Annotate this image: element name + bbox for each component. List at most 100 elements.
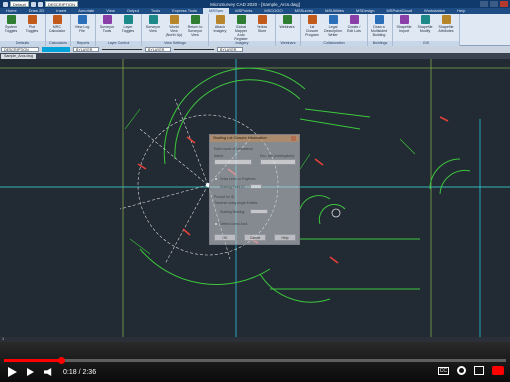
ribbon-button-label: System Toggles <box>4 25 18 33</box>
ribbon-button-label: Shapefile Import <box>396 25 412 33</box>
linetype-dropdown[interactable]: BYLAYER <box>145 47 171 52</box>
plot-toggles-button[interactable]: Plot Toggles <box>23 15 41 33</box>
create-edit-lots-button[interactable]: Create / Edit Lots <box>345 15 363 37</box>
ribbon-button-label: Webinars <box>279 25 295 29</box>
system-toggles-icon <box>6 15 16 24</box>
window-controls <box>480 1 508 7</box>
window-title: MicroSurvey CAD 2020 - [Sample_Arcs.dwg] <box>210 1 300 7</box>
color-swatch[interactable] <box>42 47 70 52</box>
next-icon[interactable] <box>27 368 34 376</box>
properties-bar: DESCRIPTION BYLAYER BYLAYER BYLAYER <box>0 46 510 53</box>
ribbon-group-gis: Shapefile Import Shapefile Modify Shapefil… <box>393 14 460 46</box>
color-dropdown[interactable]: BYLAYER <box>73 47 99 52</box>
yellow-store-button[interactable]: Yellow Store <box>253 15 271 41</box>
ribbon-button-label: Return to Surveyor View <box>187 25 203 37</box>
title-bar: Default DESCRIPTION MicroSurvey CAD 2020… <box>0 0 510 8</box>
name-input[interactable] <box>214 159 252 165</box>
shapefile-modify-button[interactable]: Shapefile Modify <box>416 15 434 33</box>
mrc-calculator-icon <box>52 15 62 24</box>
ribbon-button-label: MRC Calculator <box>48 25 66 33</box>
option3-label: Prompt for ID <box>214 195 235 199</box>
bearing-input[interactable] <box>250 209 268 214</box>
settings-icon[interactable] <box>457 366 466 375</box>
enter-name-label: Enter name of lot/traverse <box>214 147 254 151</box>
global-mapper-auto-register-icon <box>236 15 246 24</box>
help-button[interactable]: Help <box>274 234 296 241</box>
view-log-file-button[interactable]: View Log File <box>73 15 91 33</box>
video-player-controls: 0:18 / 2:36 CC <box>0 342 510 382</box>
minimize-icon[interactable] <box>480 1 488 7</box>
ribbon-button-label: World View (North Up) <box>165 25 183 37</box>
arc-center <box>331 208 341 218</box>
shapefile-modify-icon <box>420 15 430 24</box>
progress-bar[interactable] <box>4 359 506 362</box>
linetype-preview <box>102 49 142 50</box>
lots-list[interactable] <box>260 159 296 165</box>
volume-icon[interactable] <box>44 368 52 376</box>
shapefile-import-button[interactable]: Shapefile Import <box>395 15 413 33</box>
cancel-button[interactable]: Cancel <box>244 234 266 241</box>
surveyor-tools-button[interactable]: Surveyor Tools <box>98 15 116 33</box>
ribbon-group-view-settings: Surveyor View World View (North Up) Return… <box>142 14 209 46</box>
system-toggles-button[interactable]: System Toggles <box>2 15 20 33</box>
ribbon-button-label: Attach Imagery <box>213 25 227 33</box>
option6-label: Detect Lines/ Arcs <box>220 222 248 226</box>
name-label: Name: <box>214 154 224 158</box>
option1-label: Draw Lines or Polylines <box>220 177 256 181</box>
ribbon-group-webinars: Webinars Webinars <box>276 14 301 46</box>
global-mapper-auto-register-button[interactable]: Global Mapper Auto Register <box>232 15 250 41</box>
ribbon-button-label: Create / Edit Lots <box>347 25 361 33</box>
scrubber-handle[interactable] <box>58 357 66 364</box>
lineweight-dropdown[interactable]: BYLAYER <box>217 47 243 52</box>
shapefile-attributes-button[interactable]: Shapefile Attributes <box>437 15 455 33</box>
ribbon-group-reports: View Log File Reports <box>71 14 96 46</box>
captions-icon[interactable]: CC <box>437 366 449 375</box>
draw-a-multisided-building-button[interactable]: Draw a Multisided Building <box>370 15 388 37</box>
ribbon-group-buildings: Draw a Multisided Building Buildings <box>368 14 393 46</box>
drawing-canvas[interactable]: Starting Lot Closure Information Enter n… <box>0 59 510 337</box>
return-to-surveyor-view-button[interactable]: Return to Surveyor View <box>186 15 204 37</box>
surveyor-view-icon <box>148 15 158 24</box>
maximize-icon[interactable] <box>490 1 498 7</box>
layer-dropdown[interactable]: DESCRIPTION <box>1 47 39 52</box>
webinars-icon <box>282 15 292 24</box>
fullscreen-icon[interactable] <box>474 366 484 375</box>
ribbon-button-label: Draw a Multisided Building <box>370 25 388 37</box>
option1-checkbox[interactable] <box>214 177 218 181</box>
option2-label: Starting Point ID <box>220 185 245 189</box>
view-log-file-icon <box>77 15 87 24</box>
ribbon-button-label: Shapefile Modify <box>417 25 433 33</box>
webinars-button[interactable]: Webinars <box>278 15 296 29</box>
video-time: 0:18 / 2:36 <box>63 368 97 376</box>
option5-label: Starting Bearing: <box>220 210 246 214</box>
ribbon-button-label: Plot Toggles <box>25 25 39 33</box>
plot-toggles-icon <box>27 15 37 24</box>
surveyor-view-button[interactable]: Surveyor View <box>144 15 162 37</box>
ribbon-button-label: Global Mapper Auto Register <box>234 25 248 41</box>
close-icon[interactable] <box>500 1 508 7</box>
play-icon[interactable] <box>8 367 17 377</box>
surveyor-tools-icon <box>102 15 112 24</box>
starting-point-input[interactable] <box>250 184 262 189</box>
ribbon-group-defaults: System Toggles Plot Toggles Defaults <box>0 14 46 46</box>
ribbon-button-label: Shapefile Attributes <box>438 25 454 33</box>
ribbon-button-label: Legal Description Writer <box>324 25 342 37</box>
ok-button[interactable]: OK <box>214 234 236 241</box>
option6-checkbox[interactable] <box>214 222 218 226</box>
lot-closure-dialog: Starting Lot Closure Information Enter n… <box>209 134 300 245</box>
attach-imagery-button[interactable]: Attach Imagery <box>211 15 229 41</box>
world-view-north-up--button[interactable]: World View (North Up) <box>165 15 183 37</box>
yellow-store-icon <box>257 15 267 24</box>
ribbon-button-label: View Log File <box>74 25 90 33</box>
layer-toggles-button[interactable]: Layer Toggles <box>119 15 137 33</box>
option4-label: Traverse using Angle Entries <box>214 201 258 205</box>
1st-closure-program-button[interactable]: 1st Closure Program <box>303 15 321 37</box>
youtube-logo-icon[interactable] <box>492 366 504 375</box>
world-view-north-up--icon <box>169 15 179 24</box>
legal-description-writer-button[interactable]: Legal Description Writer <box>324 15 342 37</box>
curb-arcs <box>139 67 471 303</box>
return-to-surveyor-view-icon <box>190 15 200 24</box>
dialog-close-icon[interactable] <box>291 136 296 141</box>
mrc-calculator-button[interactable]: MRC Calculator <box>48 15 66 33</box>
create-edit-lots-icon <box>349 15 359 24</box>
